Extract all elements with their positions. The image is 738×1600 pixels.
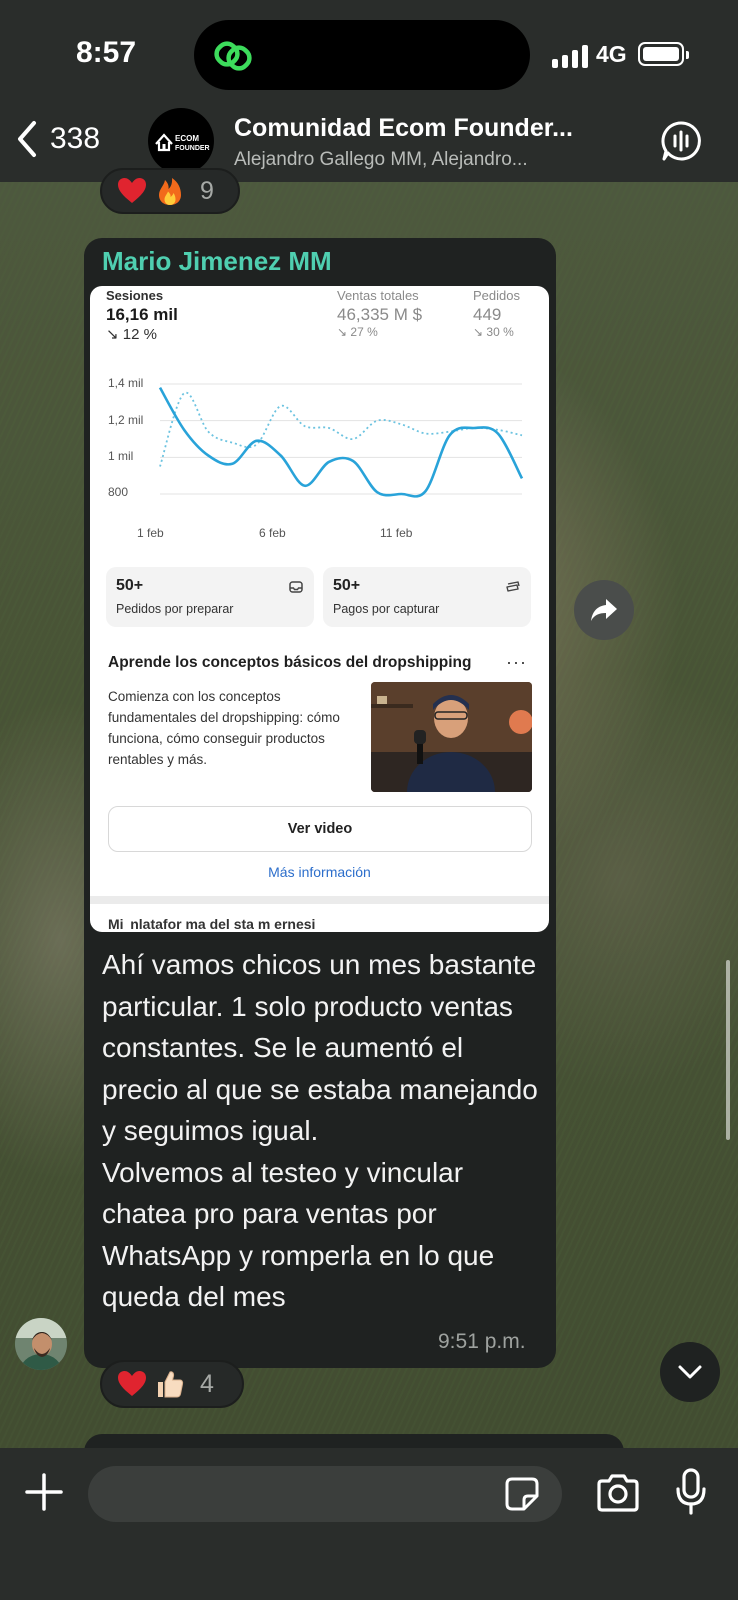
section-divider — [90, 896, 549, 904]
composer-bar — [0, 1448, 738, 1600]
message-reactions[interactable]: 4 — [100, 1360, 244, 1408]
plus-icon[interactable] — [24, 1472, 64, 1512]
scrollbar[interactable] — [726, 960, 730, 1140]
reaction-count: 4 — [200, 1369, 214, 1398]
card-label: Pagos por capturar — [333, 602, 440, 616]
message-time: 9:51 p.m. — [438, 1330, 526, 1353]
x-tick-label: 6 feb — [259, 526, 286, 540]
dynamic-island — [194, 20, 530, 90]
learn-title: Aprende los conceptos básicos del dropsh… — [108, 654, 472, 671]
x-tick-label: 1 feb — [137, 526, 164, 540]
cash-icon — [506, 581, 520, 592]
red-heart-icon — [118, 1371, 146, 1396]
forward-button[interactable] — [574, 580, 634, 640]
network-label: 4G — [596, 41, 627, 67]
sessions-series-line — [158, 387, 524, 498]
fire-icon — [159, 178, 181, 205]
status-time: 8:57 — [76, 36, 137, 69]
video-thumbnail[interactable] — [371, 682, 532, 792]
signal-icon — [552, 44, 588, 68]
presenter-image — [371, 682, 532, 792]
chat-header: 338 ECOM FOUNDERS Comunidad Ecom Founder… — [0, 100, 738, 182]
comparison-series-line — [159, 391, 523, 467]
camera-icon[interactable] — [594, 1472, 642, 1514]
sender-avatar[interactable] — [15, 1318, 67, 1370]
audio-call-icon[interactable] — [660, 120, 702, 162]
scroll-to-bottom-button[interactable] — [660, 1342, 720, 1402]
forward-arrow-icon — [591, 599, 617, 621]
orders-to-prepare-card[interactable]: 50+ Pedidos por preparar — [106, 567, 314, 627]
card-label: Pedidos por preparar — [116, 602, 234, 616]
group-title[interactable]: Comunidad Ecom Founder... — [234, 114, 594, 143]
card-number: 50+ — [333, 577, 361, 594]
more-options-icon[interactable]: ··· — [506, 652, 527, 673]
learn-description: Comienza con los conceptos fundamentales… — [108, 689, 340, 767]
svg-text:FOUNDERS: FOUNDERS — [175, 145, 210, 152]
message-input[interactable] — [88, 1466, 562, 1522]
microphone-icon[interactable] — [674, 1468, 708, 1516]
reaction-count: 9 — [200, 176, 214, 205]
chevron-down-icon — [678, 1365, 702, 1379]
watch-video-button[interactable]: Ver video — [108, 806, 532, 852]
x-tick-label: 11 feb — [380, 526, 413, 540]
svg-text:ECOM: ECOM — [175, 134, 199, 143]
sticker-icon[interactable] — [504, 1476, 540, 1512]
link-rings-icon — [214, 41, 252, 71]
group-members[interactable]: Alejandro Gallego MM, Alejandro... — [234, 149, 604, 171]
truncated-section-title: Mi nlatafor ma del sta m ernesi — [108, 916, 316, 932]
previous-message-reactions[interactable]: 9 — [100, 168, 240, 214]
more-info-link[interactable]: Más información — [90, 864, 549, 880]
back-button[interactable]: 338 — [14, 116, 100, 162]
attached-screenshot[interactable]: Sesiones 16,16 mil ↘ 12 % Ventas totales… — [90, 286, 549, 932]
payments-to-capture-card[interactable]: 50+ Pagos por capturar — [323, 567, 531, 627]
status-bar: 8:57 4G — [0, 0, 738, 100]
unread-count: 338 — [50, 122, 101, 155]
red-heart-icon — [118, 178, 146, 203]
message-text[interactable]: Ahí vamos chicos un mes bastante particu… — [102, 944, 542, 1318]
chevron-left-icon — [18, 121, 36, 157]
card-number: 50+ — [116, 577, 144, 594]
avatar-photo — [15, 1318, 67, 1370]
sender-name[interactable]: Mario Jimenez MM — [102, 246, 332, 277]
inbox-icon — [289, 581, 303, 593]
battery-icon — [638, 42, 689, 66]
sessions-chart — [158, 383, 524, 498]
thumbs-up-icon — [158, 1371, 184, 1398]
ecom-founders-logo: ECOM FOUNDERS — [155, 133, 210, 152]
group-avatar[interactable]: ECOM FOUNDERS — [148, 108, 214, 174]
